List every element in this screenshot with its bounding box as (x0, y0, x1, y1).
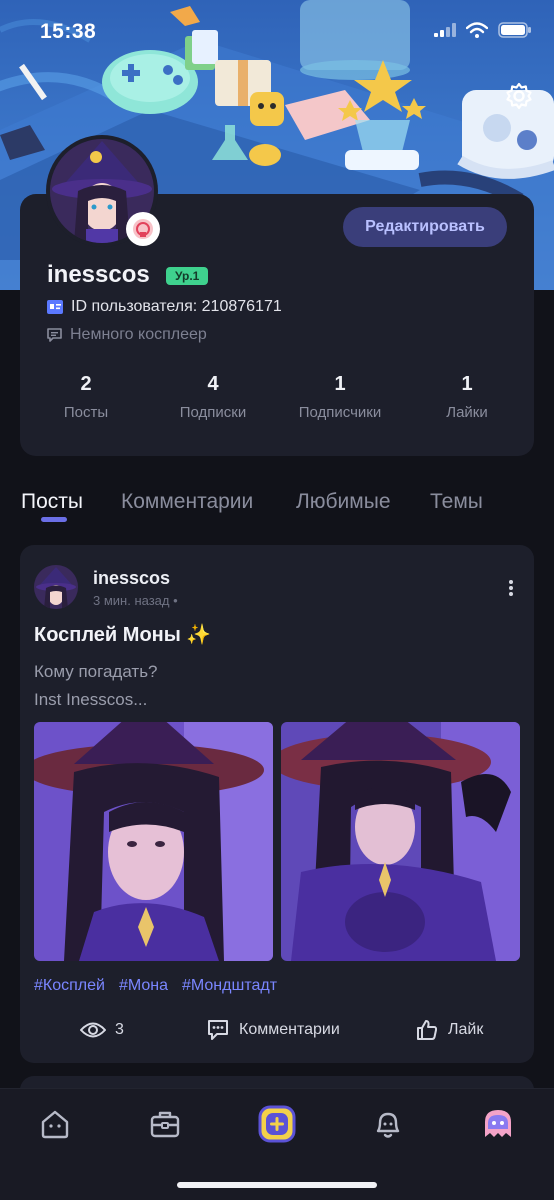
nav-notifications[interactable] (368, 1104, 408, 1144)
stat-value: 1 (461, 373, 473, 395)
stat-followers[interactable]: 1 Подписчики (275, 372, 405, 421)
eye-icon (80, 1022, 106, 1038)
settings-button[interactable] (502, 79, 536, 113)
message-icon (47, 327, 62, 342)
hashtag-link[interactable]: #Мона (119, 977, 168, 995)
profile-tabs: Посты Комментарии Любимые Темы (0, 486, 554, 530)
post-more-button[interactable] (500, 576, 522, 600)
comment-icon (208, 1020, 228, 1040)
status-bar: 15:38 (0, 0, 554, 66)
post-time: 3 мин. назад • (93, 593, 178, 608)
level-badge: Ур.1 (166, 267, 209, 285)
post-text: Кому погадать? Inst Inesscos... (34, 658, 158, 714)
post-author-avatar[interactable] (34, 565, 78, 609)
hashtag-link[interactable]: #Косплей (34, 977, 105, 995)
profile-username: inesscos (47, 261, 150, 288)
profile-icon (485, 1110, 511, 1137)
badge-icon (133, 219, 153, 239)
post-text-line: Кому погадать? (34, 662, 158, 681)
post-time-text: 3 мин. назад (93, 593, 170, 608)
like-label: Лайк (448, 1021, 484, 1038)
views-counter: 3 (80, 1012, 124, 1048)
status-icons (434, 22, 532, 38)
status-time: 15:38 (40, 20, 97, 43)
stat-posts[interactable]: 2 Посты (21, 372, 151, 421)
comments-label: Комментарии (239, 1021, 340, 1038)
stat-label: Посты (63, 404, 109, 421)
hashtag-link[interactable]: #Мондштадт (182, 977, 277, 995)
post-photo-2[interactable] (281, 722, 520, 961)
stat-label: Подписки (179, 404, 247, 421)
bell-icon (376, 1112, 400, 1138)
signal-icon (434, 23, 456, 37)
comments-button[interactable]: Комментарии (206, 1012, 340, 1048)
avatar-badge (126, 212, 160, 246)
briefcase-icon (150, 1111, 180, 1138)
nav-home[interactable] (35, 1104, 75, 1144)
user-id-text: ID пользователя: 210876171 (71, 298, 282, 315)
post-title: Косплей Моны ✨ (34, 624, 212, 646)
views-count: 3 (115, 1021, 124, 1038)
post-text-line: Inst Inesscos... (34, 690, 148, 709)
stat-label: Подписчики (298, 404, 382, 421)
home-icon (41, 1110, 69, 1139)
profile-stats: 2 Посты 4 Подписки 1 Подписчики 1 Лайки (20, 372, 534, 432)
nav-briefcase[interactable] (145, 1104, 185, 1144)
home-indicator (177, 1182, 377, 1188)
stat-following[interactable]: 4 Подписки (148, 372, 278, 421)
post-actions: 3 Комментарии Лайк (20, 1012, 534, 1048)
stat-likes[interactable]: 1 Лайки (402, 372, 532, 421)
user-id-row: ID пользователя: 210876171 (47, 298, 282, 316)
id-card-icon (47, 300, 63, 314)
bio-row: Немного косплеер (47, 326, 207, 344)
battery-icon (498, 22, 531, 38)
stat-label: Лайки (446, 404, 488, 421)
tab-comments[interactable]: Комментарии (121, 490, 253, 514)
edit-profile-button[interactable]: Редактировать (343, 207, 507, 247)
post-photo-1[interactable] (34, 722, 273, 961)
post-author-name[interactable]: inesscos (93, 568, 170, 589)
stat-value: 2 (80, 373, 92, 395)
stat-value: 1 (334, 373, 346, 395)
nav-create-post[interactable] (257, 1104, 297, 1144)
more-vertical-icon (509, 580, 513, 596)
tab-favorites[interactable]: Любимые (296, 490, 391, 514)
wifi-icon (466, 22, 488, 38)
stat-value: 4 (207, 373, 219, 395)
profile-screen: 15:38 Редактировать inesscos Ур.1 ID пол… (0, 0, 554, 1200)
nav-profile[interactable] (478, 1104, 518, 1144)
like-button[interactable]: Лайк (415, 1012, 483, 1048)
create-post-icon (258, 1105, 296, 1143)
post-hashtags: #Косплей #Мона #Мондштадт (34, 977, 277, 995)
tab-topics[interactable]: Темы (430, 490, 483, 514)
thumbs-up-icon (417, 1020, 438, 1040)
tab-posts[interactable]: Посты (21, 490, 83, 514)
active-tab-indicator (41, 517, 67, 522)
bio-text: Немного косплеер (70, 326, 207, 343)
gear-icon (506, 82, 532, 110)
separator-dot: • (173, 593, 178, 608)
